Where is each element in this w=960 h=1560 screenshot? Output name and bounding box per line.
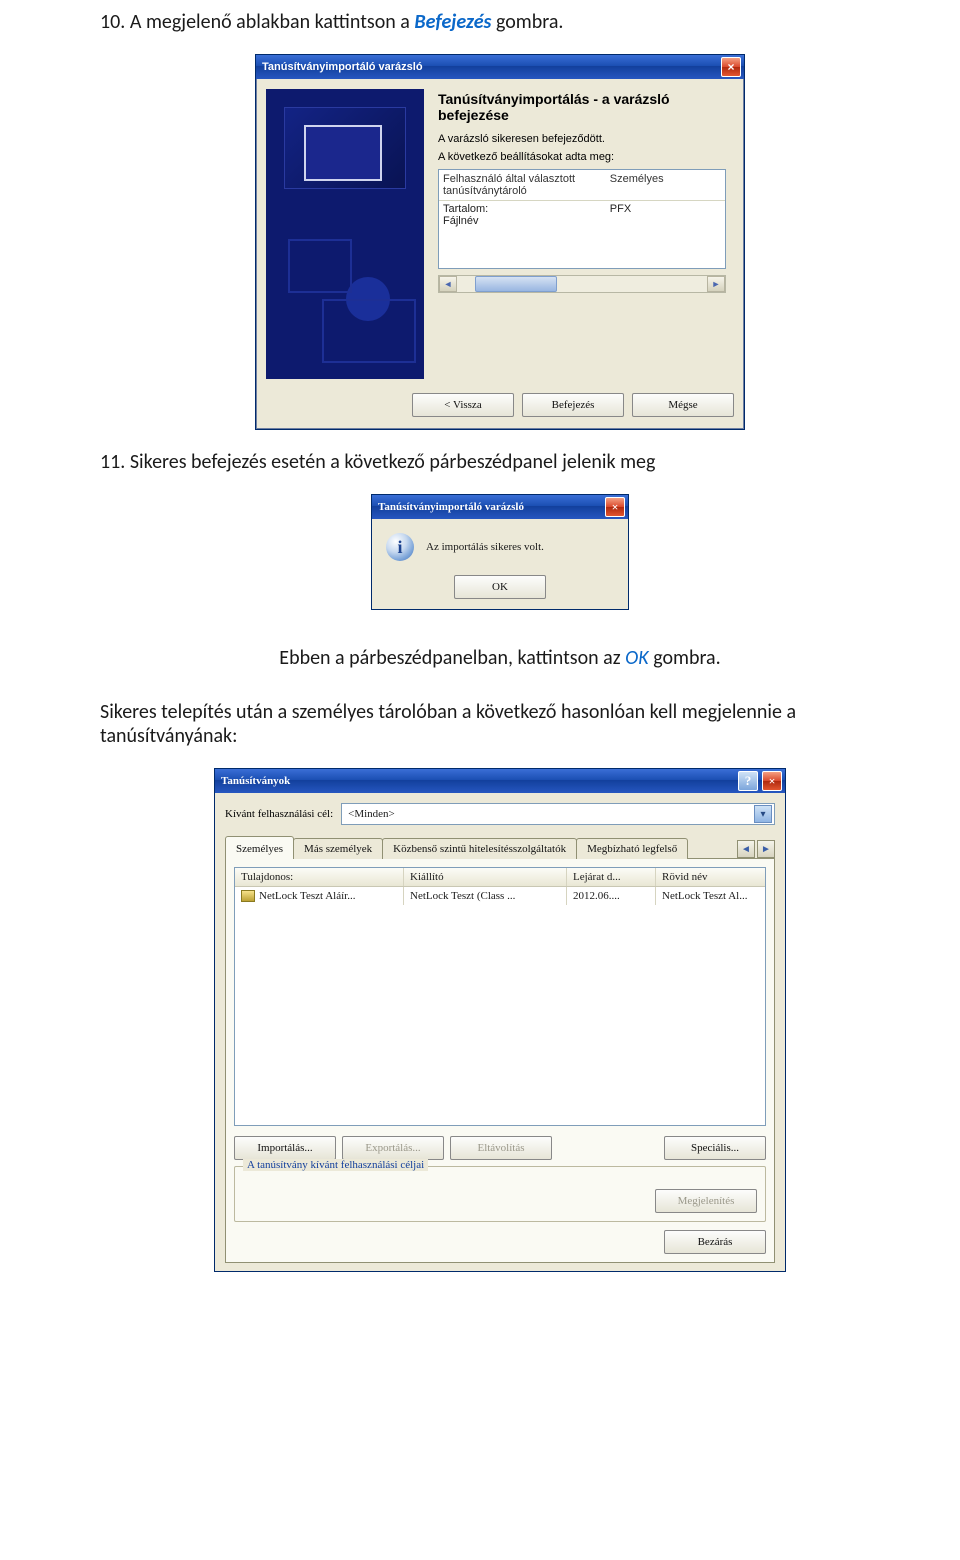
remove-button[interactable]: Eltávolítás [450,1136,552,1160]
wizard-titlebar[interactable]: Tanúsítványimportáló varázsló × [256,55,744,79]
scroll-right-icon[interactable]: ► [707,276,725,292]
settings-scrollbar[interactable]: ◄ ► [438,275,726,293]
step-10-end: gombra. [496,10,564,34]
tab-trusted-root[interactable]: Megbízható legfelső [576,838,688,859]
step-10-number: 10. [100,10,125,34]
col-short[interactable]: Rövid név [656,868,765,886]
step-11-number: 11. [100,450,125,474]
table-row[interactable]: NetLock Teszt Aláír... NetLock Teszt (Cl… [235,887,765,905]
settings-row: Tartalom: PFX [443,203,721,215]
wizard-dialog: Tanúsítványimportáló varázsló × Tanúsítv… [255,54,745,430]
back-button[interactable]: < Vissza [412,393,514,417]
wizard-done-text: A varázsló sikeresen befejeződött. [438,133,726,145]
cert-list[interactable]: Tulajdonos: Kiállító Lejárat d... Rövid … [234,867,766,1126]
wizard-heading: Tanúsítványimportálás - a varázsló befej… [438,91,726,123]
step-11: 11. Sikeres befejezés esetén a következő… [100,450,900,474]
info-dialog: Tanúsítványimportáló varázsló × i Az imp… [371,494,629,610]
col-owner[interactable]: Tulajdonos: [235,868,404,886]
info-title: Tanúsítványimportáló varázsló [378,501,524,513]
step-10: 10. A megjelenő ablakban kattintson a Be… [100,10,900,34]
export-button[interactable]: Exportálás... [342,1136,444,1160]
step-11-text: Sikeres befejezés esetén a következő pár… [130,450,656,474]
tab-intermediate[interactable]: Közbenső szintű hitelesítésszolgáltatók [382,838,577,859]
col-issuer[interactable]: Kiállító [404,868,567,886]
cancel-button[interactable]: Mégse [632,393,734,417]
certificate-icon [241,890,255,902]
cert-tabs: Személyes Más személyek Közbenső szintű … [225,835,775,858]
mid-emph: OK [625,646,648,670]
mid-sentence: Ebben a párbeszédpanelban, kattintson az… [100,646,900,670]
tab-personal[interactable]: Személyes [225,836,294,859]
import-button[interactable]: Importálás... [234,1136,336,1160]
certificates-dialog: Tanúsítványok ? × Kívánt felhasználási c… [214,768,786,1272]
cert-titlebar[interactable]: Tanúsítványok ? × [215,769,785,793]
col-expiry[interactable]: Lejárat d... [567,868,656,886]
after-paragraph: Sikeres telepítés után a személyes tárol… [100,700,900,748]
ok-button[interactable]: OK [454,575,546,599]
info-icon: i [386,533,414,561]
info-message: Az importálás sikeres volt. [426,541,544,553]
close-button[interactable]: Bezárás [664,1230,766,1254]
close-icon[interactable]: × [762,771,782,791]
view-button[interactable]: Megjelenítés [655,1189,757,1213]
wizard-settings-list: Felhasználó által választott tanúsítvány… [438,169,726,269]
tab-scroll-left-icon[interactable]: ◄ [737,840,755,858]
wizard-title: Tanúsítványimportáló varázsló [262,61,423,73]
close-icon[interactable]: × [721,57,741,77]
settings-col2: Személyes [610,173,721,197]
info-titlebar[interactable]: Tanúsítványimportáló varázsló × [372,495,628,519]
cert-purpose-group: A tanúsítvány kívánt felhasználási célja… [234,1166,766,1222]
step-10-emph: Befejezés [414,10,491,34]
purpose-value: <Minden> [348,808,395,820]
help-icon[interactable]: ? [738,771,758,791]
cert-title: Tanúsítványok [221,775,290,787]
wizard-settings-label: A következő beállításokat adta meg: [438,151,726,163]
close-icon[interactable]: × [605,497,625,517]
chevron-down-icon[interactable]: ▾ [754,805,772,823]
finish-button[interactable]: Befejezés [522,393,624,417]
purpose-label: Kívánt felhasználási cél: [225,808,333,820]
settings-col1: Felhasználó által választott tanúsítvány… [443,173,610,197]
tab-others[interactable]: Más személyek [293,838,383,859]
wizard-side-graphic [266,89,424,379]
advanced-button[interactable]: Speciális... [664,1136,766,1160]
cert-purpose-legend: A tanúsítvány kívánt felhasználási célja… [243,1159,428,1171]
tab-scroll-right-icon[interactable]: ► [757,840,775,858]
cert-list-header[interactable]: Tulajdonos: Kiállító Lejárat d... Rövid … [235,868,765,887]
scroll-left-icon[interactable]: ◄ [439,276,457,292]
scroll-thumb[interactable] [475,276,557,292]
settings-row: Fájlnév [443,215,721,227]
purpose-dropdown[interactable]: <Minden> ▾ [341,803,775,825]
step-10-text: A megjelenő ablakban kattintson a [130,10,415,34]
